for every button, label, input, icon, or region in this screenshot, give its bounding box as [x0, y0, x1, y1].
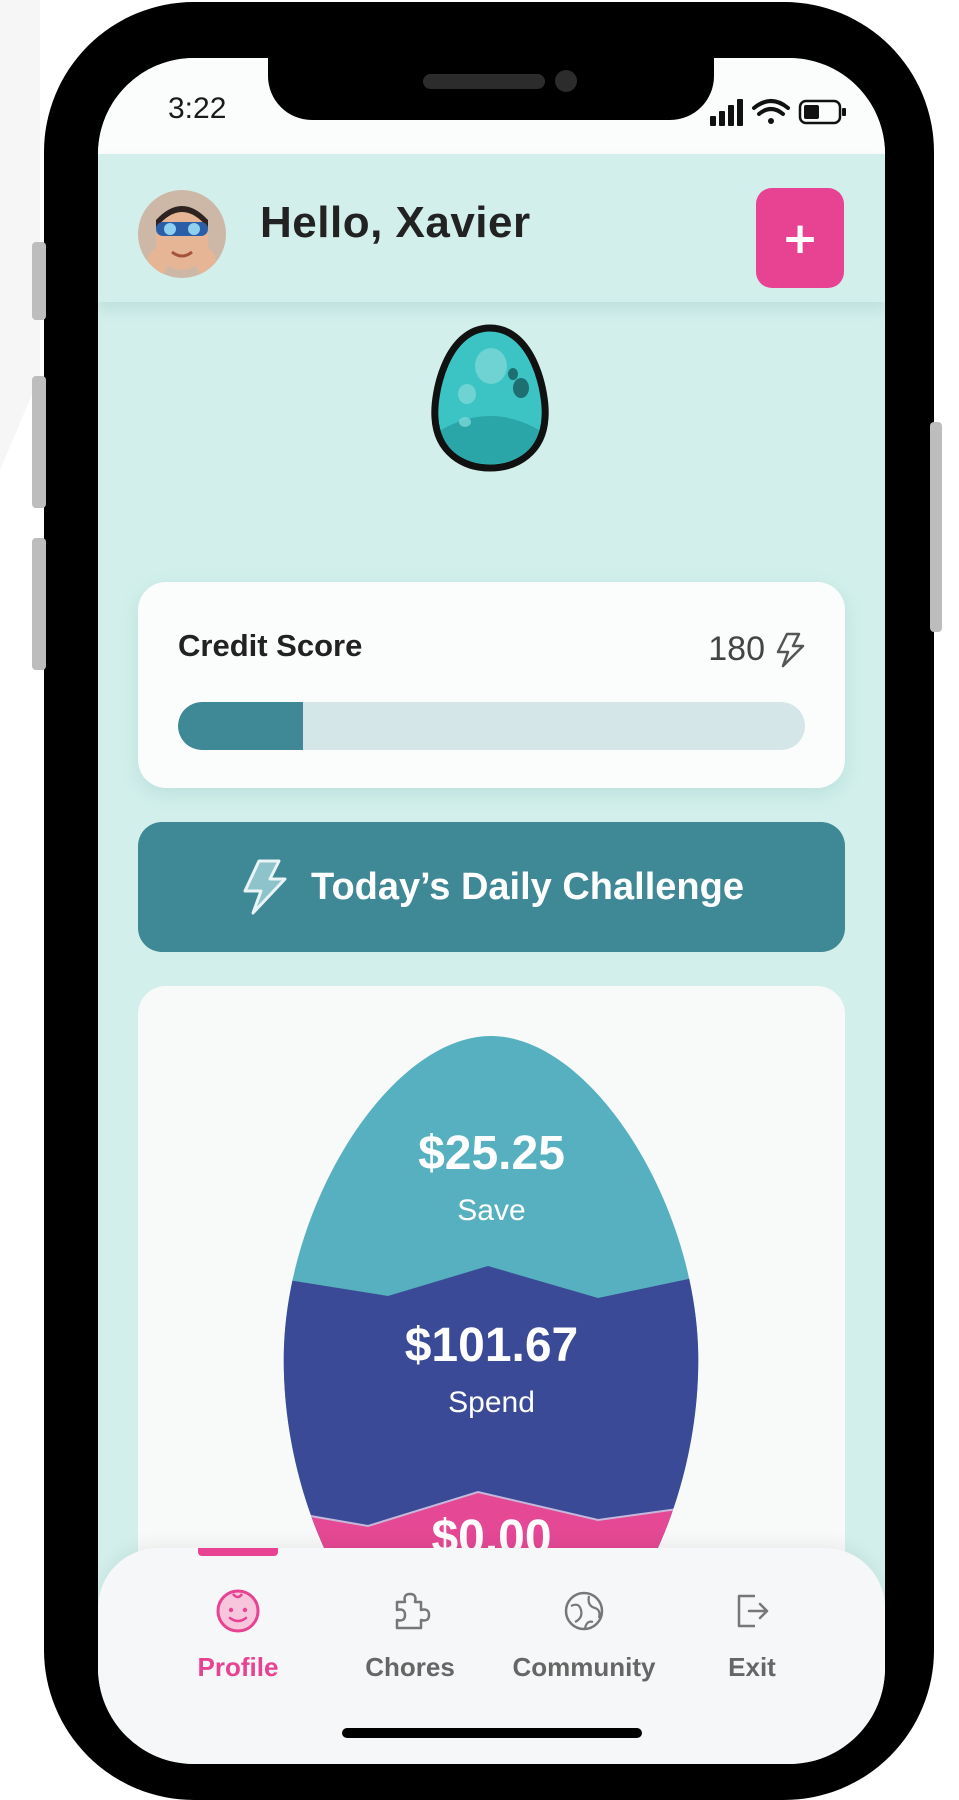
tab-profile-label: Profile — [197, 1652, 279, 1682]
puzzle-piece-icon — [395, 1592, 431, 1630]
tab-community-label: Community — [512, 1652, 656, 1682]
credit-score-label: Credit Score — [178, 628, 363, 663]
mute-switch — [32, 242, 46, 320]
tab-profile[interactable]: Profile — [158, 1588, 318, 1683]
home-indicator — [342, 1728, 642, 1738]
daily-challenge-label: Today’s Daily Challenge — [311, 865, 744, 908]
notch — [268, 58, 714, 120]
tab-chores[interactable]: Chores — [330, 1588, 490, 1683]
spend-amount: $101.67 — [404, 1319, 579, 1372]
spend-label: Spend — [448, 1386, 535, 1419]
volume-down-button — [32, 538, 46, 670]
credit-score-progress-fill — [178, 702, 304, 750]
credit-score-value: 180 — [708, 630, 765, 668]
power-button — [930, 422, 942, 632]
battery-icon — [798, 99, 846, 125]
add-button[interactable]: + — [756, 188, 844, 288]
daily-challenge-button[interactable]: Today’s Daily Challenge — [138, 822, 845, 952]
speaker-grille — [423, 74, 545, 89]
signal-icon — [710, 99, 743, 126]
credit-score-card: Credit Score 180 — [138, 582, 845, 788]
logout-icon — [737, 1594, 769, 1628]
tab-exit-label: Exit — [728, 1652, 776, 1682]
avatar[interactable] — [138, 190, 226, 278]
front-camera — [555, 70, 577, 92]
save-label: Save — [457, 1194, 526, 1227]
status-icons — [710, 99, 846, 126]
volume-up-button — [32, 376, 46, 508]
wifi-icon — [752, 99, 790, 124]
smiley-face-icon — [216, 1589, 260, 1633]
phone-screen: 3:22 Hello, Xavier + Credit Score 180 To… — [98, 58, 885, 1764]
pet-egg-icon — [431, 324, 549, 472]
save-amount: $25.25 — [418, 1127, 565, 1180]
tab-community[interactable]: Community — [504, 1588, 664, 1683]
status-time: 3:22 — [168, 92, 227, 125]
tab-chores-label: Chores — [365, 1652, 455, 1682]
lightning-icon — [243, 859, 287, 915]
globe-icon — [564, 1591, 604, 1631]
tab-exit[interactable]: Exit — [672, 1588, 832, 1683]
credit-score-progress — [178, 702, 805, 750]
app-header: Hello, Xavier + — [98, 154, 885, 302]
greeting-title: Hello, Xavier — [260, 198, 531, 247]
active-tab-indicator — [198, 1548, 278, 1556]
lightning-icon — [776, 632, 805, 668]
